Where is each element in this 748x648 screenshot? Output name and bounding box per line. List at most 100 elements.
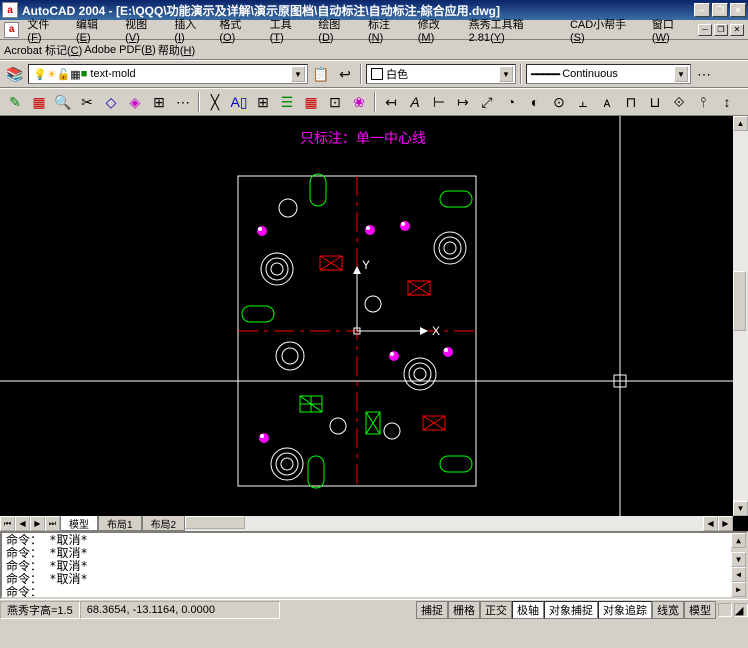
dim-ordinate[interactable]: ⊢: [428, 91, 450, 113]
scroll-right-button[interactable]: ▶: [718, 516, 733, 531]
menu-modify[interactable]: 修改(M): [412, 14, 461, 46]
tab-last-button[interactable]: ⏭: [45, 516, 60, 531]
tool-1[interactable]: ✎: [4, 91, 26, 113]
linetype-manager-button[interactable]: ⋯: [693, 63, 715, 85]
tool-9[interactable]: ╳: [204, 91, 226, 113]
dim-edit[interactable]: ⟐: [668, 91, 690, 113]
tool-8[interactable]: ⋯: [172, 91, 194, 113]
tab-next-button[interactable]: ▶: [30, 516, 45, 531]
tool-6[interactable]: ◈: [124, 91, 146, 113]
cmd-prompt[interactable]: 命令：: [6, 586, 742, 599]
doc-restore-button[interactable]: ❐: [714, 24, 728, 36]
app-icon: a: [2, 2, 18, 18]
linetype-dropdown[interactable]: ━━━━━ Continuous ▼: [526, 64, 691, 84]
doc-close-button[interactable]: ✕: [730, 24, 744, 36]
dim-continue[interactable]: ᴀ: [596, 91, 618, 113]
chevron-down-icon[interactable]: ▼: [674, 66, 688, 82]
tool-11[interactable]: ⊞: [252, 91, 274, 113]
menu-dimension[interactable]: 标注(N): [362, 14, 410, 46]
tool-15[interactable]: ❀: [348, 91, 370, 113]
tool-10[interactable]: A▯: [228, 91, 250, 113]
menu-format[interactable]: 格式(O): [213, 14, 261, 46]
canvas-annotation: 只标注：单一中心线: [300, 128, 426, 148]
tool-13[interactable]: ▦: [300, 91, 322, 113]
dim-update[interactable]: ↕: [716, 91, 738, 113]
status-tray-icon[interactable]: ◢: [734, 603, 748, 617]
close-button[interactable]: ✕: [730, 3, 746, 17]
tool-7[interactable]: ⊞: [148, 91, 170, 113]
color-value: 白色: [386, 66, 499, 82]
toggle-lwt[interactable]: 线宽: [652, 601, 684, 619]
toggle-osnap[interactable]: 对象捕捉: [544, 601, 598, 619]
dim-diameter[interactable]: ⤢: [476, 91, 498, 113]
dim-radius[interactable]: ↦: [452, 91, 474, 113]
layer-states-button[interactable]: 📋: [310, 63, 332, 85]
toggle-model[interactable]: 模型: [684, 601, 716, 619]
chevron-down-icon[interactable]: ▼: [499, 66, 513, 82]
tool-5[interactable]: ◇: [100, 91, 122, 113]
tool-3[interactable]: 🔍: [52, 91, 74, 113]
cmd-scroll-up[interactable]: ▲: [731, 533, 746, 548]
toolbar-layers: 📚 💡☀🔓▦■ text-mold ▼ 📋 ↩ 白色 ▼ ━━━━━ Conti…: [0, 60, 748, 88]
cmd-history-line: 命令： *取消*: [6, 547, 742, 560]
layer-manager-button[interactable]: 📚: [4, 63, 26, 85]
linetype-value: Continuous: [562, 68, 674, 80]
toggle-ortho[interactable]: 正交: [480, 601, 512, 619]
scroll-left-button[interactable]: ◀: [703, 516, 718, 531]
cmd-history-line: 命令： *取消*: [6, 560, 742, 573]
menu-cadhelper[interactable]: CAD小帮手(S): [564, 14, 644, 46]
menu-adobepdf[interactable]: Adobe PDF(B): [84, 44, 156, 56]
dim-baseline[interactable]: ⫠: [572, 91, 594, 113]
scroll-down-button[interactable]: ▼: [733, 501, 748, 516]
dim-aligned[interactable]: A: [404, 91, 426, 113]
toggle-grid[interactable]: 栅格: [448, 601, 480, 619]
status-bar: 燕秀字高=1.5 68.3654, -13.1164, 0.0000 捕捉 栅格…: [0, 599, 748, 619]
minimize-button[interactable]: ─: [694, 3, 710, 17]
dim-center[interactable]: ⊙: [548, 91, 570, 113]
status-tray-icon[interactable]: [718, 603, 732, 617]
toggle-polar[interactable]: 极轴: [512, 601, 544, 619]
tab-layout2[interactable]: 布局2: [142, 516, 186, 531]
cmd-scroll-down[interactable]: ▼: [731, 552, 746, 567]
color-dropdown[interactable]: 白色 ▼: [366, 64, 516, 84]
svg-text:Y: Y: [362, 258, 370, 272]
hscroll-track[interactable]: [185, 516, 703, 531]
chevron-down-icon[interactable]: ▼: [291, 66, 305, 82]
tool-12[interactable]: ☰: [276, 91, 298, 113]
cmd-scroll-right[interactable]: ▶: [731, 582, 746, 597]
toggle-snap[interactable]: 捕捉: [416, 601, 448, 619]
tab-prev-button[interactable]: ◀: [15, 516, 30, 531]
tab-first-button[interactable]: ⏮: [0, 516, 15, 531]
scroll-up-button[interactable]: ▲: [733, 116, 748, 131]
menu-acrobat[interactable]: Acrobat 标记(C): [4, 42, 82, 58]
toggle-otrack[interactable]: 对象追踪: [598, 601, 652, 619]
doc-minimize-button[interactable]: ─: [698, 24, 712, 36]
tool-4[interactable]: ✂: [76, 91, 98, 113]
vertical-scrollbar[interactable]: ▲ ▼: [733, 116, 748, 516]
tool-2[interactable]: ▦: [28, 91, 50, 113]
tab-model[interactable]: 模型: [60, 516, 98, 531]
maximize-button[interactable]: ❐: [712, 3, 728, 17]
menu-draw[interactable]: 绘图(D): [312, 14, 360, 46]
cmd-scrollbar[interactable]: ▲ ▼ ◀ ▶: [731, 533, 746, 597]
layer-dropdown[interactable]: 💡☀🔓▦■ text-mold ▼: [28, 64, 308, 84]
tool-14[interactable]: ⊡: [324, 91, 346, 113]
menu-help[interactable]: 帮助(H): [158, 42, 195, 58]
status-coords: 68.3654, -13.1164, 0.0000: [80, 601, 280, 619]
menu-window[interactable]: 窗口(W): [646, 14, 696, 46]
dim-angular[interactable]: ◔: [500, 91, 522, 113]
hscroll-thumb[interactable]: [185, 516, 245, 529]
status-textheight: 燕秀字高=1.5: [0, 601, 80, 619]
dim-style[interactable]: ⫯: [692, 91, 714, 113]
layer-previous-button[interactable]: ↩: [334, 63, 356, 85]
tab-layout1[interactable]: 布局1: [98, 516, 142, 531]
command-window[interactable]: 命令： *取消* 命令： *取消* 命令： *取消* 命令： *取消* 命令： …: [0, 531, 748, 599]
dim-leader[interactable]: ⊓: [620, 91, 642, 113]
menu-tools[interactable]: 工具(T): [264, 14, 311, 46]
dim-arc[interactable]: ◐: [524, 91, 546, 113]
menu-yanxiu[interactable]: 燕秀工具箱2.81(Y): [463, 14, 562, 46]
drawing-canvas[interactable]: X Y 只标注：单一中心线 ▲ ▼: [0, 116, 748, 531]
dim-linear[interactable]: ↤: [380, 91, 402, 113]
dim-tolerance[interactable]: ⊔: [644, 91, 666, 113]
cmd-scroll-left[interactable]: ◀: [731, 567, 746, 582]
